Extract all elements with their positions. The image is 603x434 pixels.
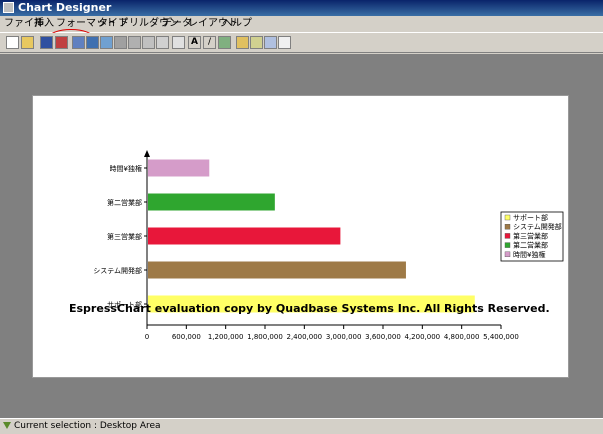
- grid-icon[interactable]: [114, 36, 127, 49]
- legend-label: 第三営業部: [513, 231, 548, 240]
- bar: [148, 159, 210, 177]
- bar-chart: 0 600,000 1,200,000 1,800,000 2,400,000 3,000…: [69, 150, 564, 341]
- legend-swatch: [504, 233, 511, 239]
- table-icon[interactable]: [156, 36, 169, 49]
- window-title: Chart Designer: [18, 1, 112, 14]
- category-label: 第二営業部: [107, 198, 142, 207]
- x-tick-label: 4,200,000: [405, 333, 441, 341]
- x-tick-label: 2,400,000: [287, 333, 323, 341]
- chart-canvas[interactable]: 0 600,000 1,200,000 1,800,000 2,400,000 3,000…: [32, 95, 569, 378]
- x-tick-label: 3,600,000: [365, 333, 401, 341]
- properties-icon[interactable]: [278, 36, 291, 49]
- bar: [148, 193, 275, 211]
- category-label: 時間¥独権: [110, 164, 142, 173]
- legend-label: サポート部: [513, 213, 548, 222]
- draw-icon[interactable]: /: [203, 36, 216, 49]
- 3d-icon[interactable]: [100, 36, 113, 49]
- toolbar: A /: [0, 33, 603, 53]
- legend-label: 時間¥独権: [513, 250, 545, 259]
- zoom-out-icon[interactable]: [250, 36, 263, 49]
- category-label: システム開発部: [93, 266, 142, 275]
- status-bar: Current selection : Desktop Area: [0, 418, 603, 434]
- new-file-icon[interactable]: [6, 36, 19, 49]
- open-folder-icon[interactable]: [21, 36, 34, 49]
- desktop-area[interactable]: 0 600,000 1,200,000 1,800,000 2,400,000 3,000…: [0, 54, 603, 418]
- x-tick-label: 1,800,000: [247, 333, 283, 341]
- menu-insert[interactable]: 挿入: [32, 16, 56, 32]
- zoom-in-icon[interactable]: [236, 36, 249, 49]
- export-icon[interactable]: [55, 36, 68, 49]
- x-tick-label: 5,400,000: [483, 333, 519, 341]
- x-tick-label: 0: [145, 333, 149, 341]
- watermark-text: EspressChart evaluation copy by Quadbase…: [69, 302, 550, 315]
- chart-type-icon[interactable]: [86, 36, 99, 49]
- legend-swatch: [504, 242, 511, 248]
- image-icon[interactable]: [218, 36, 231, 49]
- x-tick-label: 600,000: [172, 333, 201, 341]
- legend-label: 第二営業部: [513, 241, 548, 250]
- legend-icon[interactable]: [142, 36, 155, 49]
- menu-bar: ファイル 挿入 フォーマット タイプ ドリルダウン データ レイアウト ヘルプ: [0, 16, 603, 47]
- data-source-icon[interactable]: [72, 36, 85, 49]
- bar: [148, 261, 406, 279]
- category-label: 第三営業部: [107, 232, 142, 241]
- title-bar: Chart Designer: [0, 0, 603, 16]
- save-icon[interactable]: [40, 36, 53, 49]
- legend-label: システム開発部: [513, 222, 562, 231]
- list-icon[interactable]: [172, 36, 185, 49]
- status-text: Current selection : Desktop Area: [14, 421, 161, 431]
- x-tick-label: 4,800,000: [444, 333, 480, 341]
- axis-icon[interactable]: [128, 36, 141, 49]
- x-tick-label: 3,000,000: [326, 333, 362, 341]
- legend-swatch: [504, 251, 511, 258]
- menu-help[interactable]: ヘルプ: [220, 16, 254, 32]
- legend-swatch: [504, 214, 511, 221]
- bar: [148, 227, 341, 245]
- text-icon[interactable]: A: [188, 36, 201, 49]
- refresh-icon[interactable]: [264, 36, 277, 49]
- status-icon: [3, 422, 11, 429]
- legend-swatch: [504, 223, 511, 230]
- app-icon: [3, 2, 14, 13]
- x-tick-label: 1,200,000: [208, 333, 244, 341]
- y-axis-arrow: [144, 150, 150, 157]
